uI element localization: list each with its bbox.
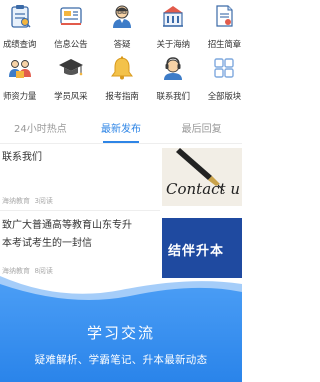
call-center-icon: [159, 54, 187, 82]
grid-icon: [210, 54, 238, 82]
post-source: 海纳教育: [2, 197, 30, 205]
document-icon: [210, 2, 238, 30]
list-item[interactable]: 联系我们 海纳教育 3阅读 Contact u: [0, 146, 242, 208]
shortcut-contact[interactable]: 联系我们: [148, 54, 199, 102]
post-reads: 3阅读: [34, 197, 53, 205]
post-meta: 海纳教育 3阅读: [2, 196, 53, 206]
shortcut-row-2: 师资力量 学员风采 报考指南 联系我们 全部版块: [0, 54, 242, 102]
post-title-line-2: 本考试考生的一封信: [2, 238, 92, 249]
clipboard-icon: [6, 2, 34, 30]
shortcut-label: 报考指南: [105, 92, 139, 102]
screen: 成绩查询 信息公告 答疑 关于海纳 招生简章 师资力量 学员风采 报考指南 联系…: [0, 0, 242, 382]
shortcut-guide[interactable]: 报考指南: [96, 54, 147, 102]
banner-title: 学习交流: [86, 324, 155, 342]
building-icon: [159, 2, 187, 30]
tab-last-reply[interactable]: 最后回复: [161, 112, 242, 143]
faculty-icon: [6, 54, 34, 82]
list-divider: [0, 210, 160, 211]
shortcut-label: 关于海纳: [156, 40, 190, 50]
shortcut-label: 信息公告: [54, 40, 88, 50]
tab-hot-24h[interactable]: 24小时热点: [0, 112, 81, 143]
shortcut-label: 答疑: [113, 40, 131, 50]
thumbnail-caption: Contact u: [166, 180, 240, 198]
shortcut-all-sections[interactable]: 全部版块: [199, 54, 242, 102]
shortcut-qa[interactable]: 答疑: [96, 2, 147, 50]
tab-latest[interactable]: 最新发布: [81, 112, 162, 143]
news-icon: [57, 2, 85, 30]
shortcut-label: 学员风采: [54, 92, 88, 102]
shortcut-label: 成绩查询: [2, 40, 37, 50]
shortcut-students[interactable]: 学员风采: [45, 54, 96, 102]
shortcut-faculty[interactable]: 师资力量: [0, 54, 45, 102]
shortcut-about[interactable]: 关于海纳: [148, 2, 199, 50]
shortcut-admissions[interactable]: 招生简章: [199, 2, 242, 50]
shortcut-score-query[interactable]: 成绩查询: [0, 2, 45, 50]
shortcut-announcements[interactable]: 信息公告: [45, 2, 96, 50]
teacher-icon: [108, 2, 136, 30]
shortcut-label: 联系我们: [156, 92, 190, 102]
graduation-cap-icon: [57, 54, 85, 82]
feed-tabs: 24小时热点 最新发布 最后回复: [0, 112, 242, 144]
post-title-line-1: 致广大普通高等教育山东专升: [2, 220, 132, 231]
post-thumbnail: Contact u: [162, 148, 242, 206]
shortcut-label: 师资力量: [2, 92, 37, 102]
shortcut-label: 全部版块: [207, 92, 241, 102]
banner-subtitle: 疑难解析、学霸笔记、升本最新动态: [34, 354, 208, 366]
post-title: 联系我们: [2, 152, 42, 163]
bell-icon: [108, 54, 136, 82]
thumbnail-caption: 结伴升本: [168, 244, 225, 259]
shortcut-label: 招生简章: [207, 40, 241, 50]
shortcut-row-1: 成绩查询 信息公告 答疑 关于海纳 招生简章: [0, 2, 242, 50]
